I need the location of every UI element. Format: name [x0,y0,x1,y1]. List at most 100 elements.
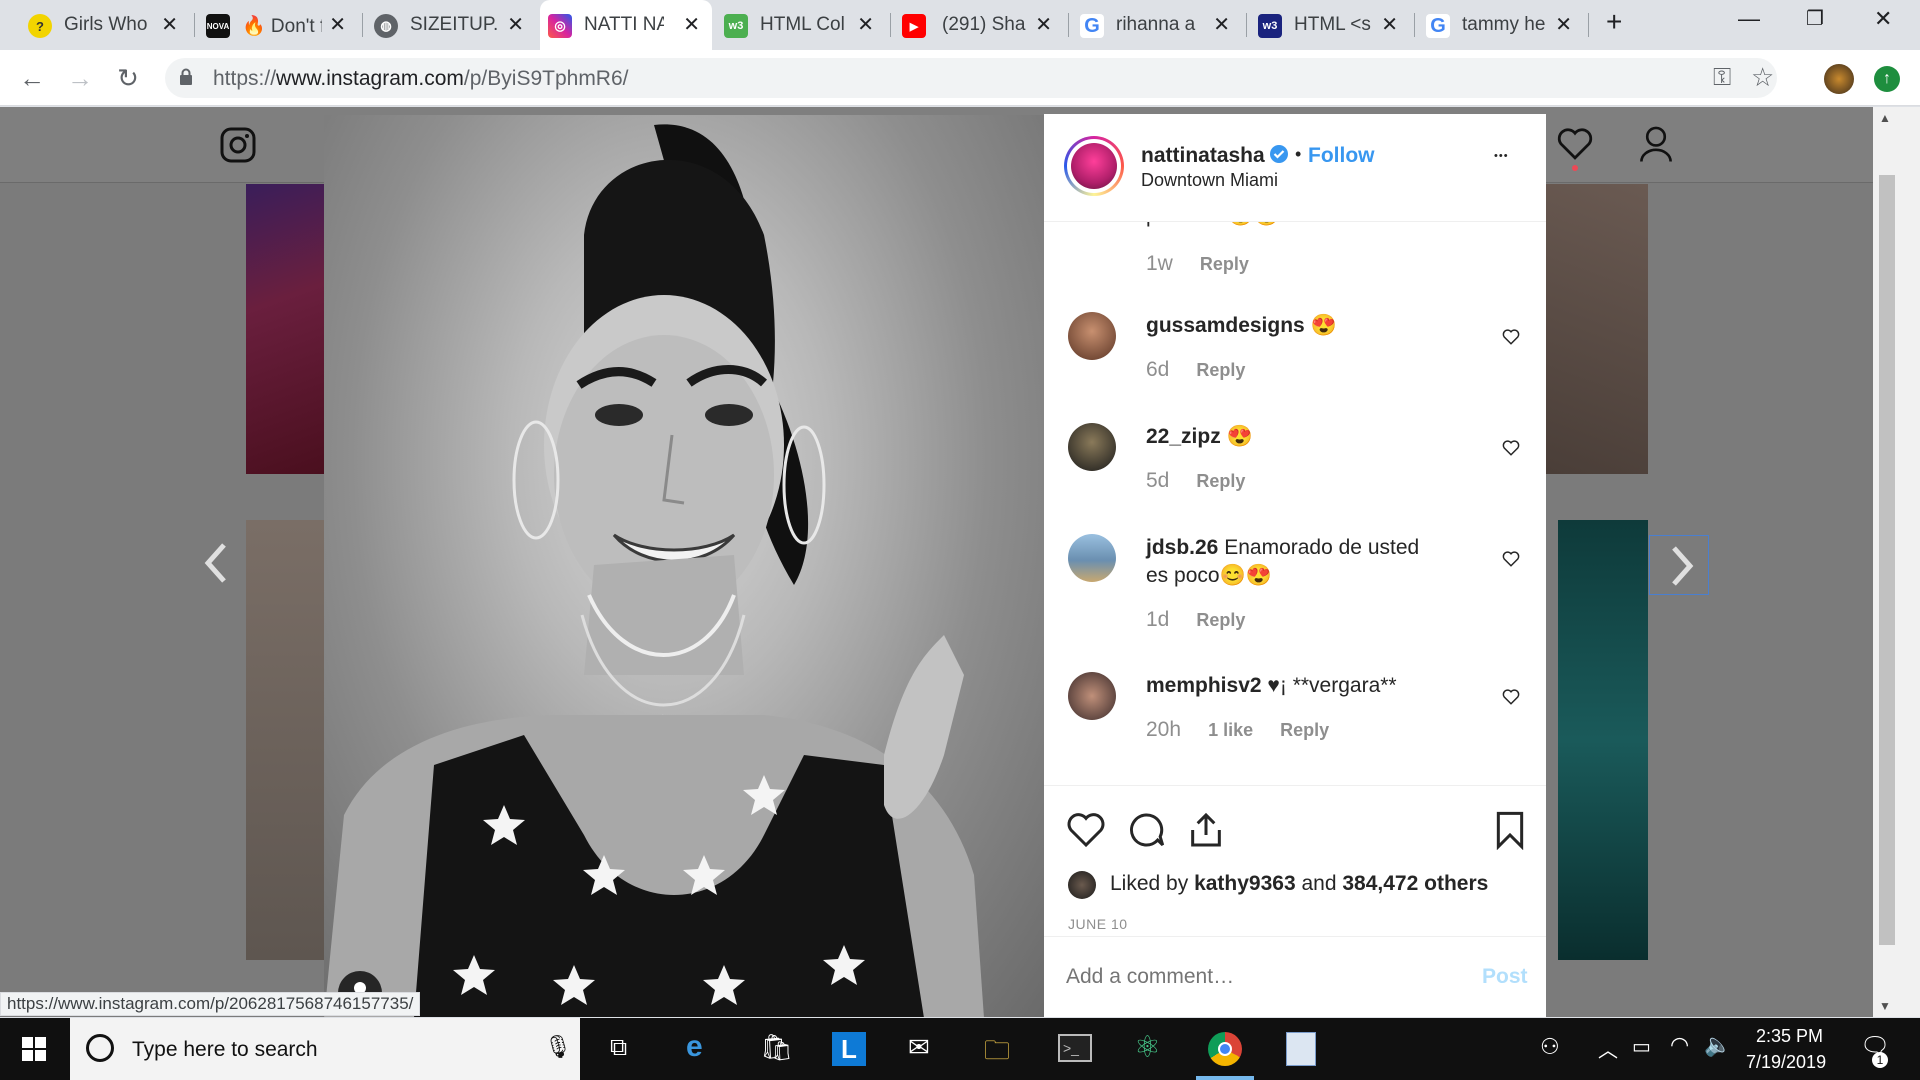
clock-time[interactable]: 2:35 PM [1756,1026,1823,1047]
reply-button[interactable]: Reply [1196,471,1245,491]
close-tab-icon[interactable]: ✕ [161,12,178,37]
back-button[interactable]: ← [14,60,50,96]
app-l-icon[interactable]: L [832,1032,866,1066]
reply-button[interactable]: Reply [1200,254,1249,274]
page-overlay: nattinatasha • Follow Downtown Miami •••… [0,107,1873,1017]
terminal-icon[interactable]: >_ [1058,1034,1092,1062]
page-scrollbar[interactable]: ▲ ▼ [1873,107,1920,1017]
background-post-thumbnail[interactable] [246,184,324,474]
chrome-icon[interactable] [1208,1032,1242,1066]
battery-icon[interactable]: ▭ [1632,1034,1651,1059]
author-username[interactable]: nattinatasha [1141,144,1265,168]
post-photo[interactable] [324,115,1044,1017]
show-hidden-icons-chevron[interactable]: ︿ [1598,1034,1618,1063]
like-comment-icon[interactable] [1502,328,1520,346]
profile-avatar[interactable] [1824,64,1854,94]
reply-button[interactable]: Reply [1196,360,1245,380]
close-tab-icon[interactable]: ✕ [507,12,524,37]
reload-button[interactable]: ↻ [110,60,146,96]
volume-icon[interactable]: 🔈 [1704,1032,1731,1058]
url-scheme: https:// [213,67,277,90]
likes-count-link[interactable]: 384,472 others [1342,872,1488,895]
like-comment-icon[interactable] [1502,550,1520,568]
post-location[interactable]: Downtown Miami [1141,170,1278,191]
close-tab-icon[interactable]: ✕ [1035,12,1052,37]
tab-youtube[interactable]: ▶ (291) Sha ✕ [894,0,1064,50]
save-bookmark-icon[interactable] [1490,810,1530,850]
minimize-icon[interactable]: — [1738,6,1760,32]
post-comment-button[interactable]: Post [1482,965,1528,989]
close-tab-icon[interactable]: ✕ [1213,12,1230,37]
background-post-thumbnail[interactable] [1546,184,1648,474]
commenter-avatar[interactable] [1068,534,1116,582]
key-icon[interactable]: ⚿ [1713,64,1731,92]
store-icon[interactable]: 🛍 [760,1032,793,1063]
edge-browser-icon[interactable]: e [686,1030,703,1064]
commenter-username[interactable]: jdsb.26 [1146,536,1218,559]
close-tab-icon[interactable]: ✕ [683,12,700,37]
scroll-up-arrow-icon[interactable]: ▲ [1879,111,1891,125]
file-explorer-icon[interactable]: 🗀 [984,1032,1010,1076]
taskbar-search-box[interactable]: Type here to search 🎙 [70,1018,580,1080]
restore-icon[interactable]: ❐ [1806,6,1824,31]
close-tab-icon[interactable]: ✕ [1381,12,1398,37]
reply-button[interactable]: Reply [1280,720,1329,740]
windows-start-icon[interactable] [22,1037,46,1061]
tab-html-colors[interactable]: w3 HTML Col ✕ [716,0,886,50]
wifi-icon[interactable]: ◠ [1670,1032,1689,1058]
commenter-username[interactable]: gussamdesigns [1146,314,1305,337]
commenter-username[interactable]: memphisv2 [1146,674,1262,697]
bookmark-star-icon[interactable]: ☆ [1751,62,1774,93]
commenter-avatar[interactable] [1068,423,1116,471]
author-avatar[interactable] [1064,136,1124,196]
tab-tammy[interactable]: G tammy he ✕ [1418,0,1584,50]
more-options-button[interactable]: ••• [1494,150,1509,162]
tab-dont[interactable]: NOVA 🔥 Don't f ✕ [198,0,358,50]
like-post-icon[interactable] [1066,810,1106,850]
mail-icon[interactable]: ✉ [908,1032,930,1063]
task-view-icon[interactable]: ⧉ [610,1034,627,1062]
post-date[interactable]: JUNE 10 [1068,916,1128,932]
tab-natti-active[interactable]: ◎ NATTI NA ✕ [540,0,712,50]
close-window-icon[interactable]: ✕ [1874,6,1892,32]
clock-date[interactable]: 7/19/2019 [1746,1052,1826,1073]
profile-icon[interactable] [1638,125,1674,163]
comment-like-count[interactable]: 1 like [1208,720,1253,740]
microphone-icon[interactable]: 🎙 [544,1034,572,1060]
liker-username[interactable]: kathy9363 [1194,872,1296,895]
activity-heart-icon[interactable] [1556,127,1594,161]
tab-girls-who[interactable]: ? Girls Who ✕ [20,0,190,50]
next-post-button[interactable] [1649,535,1709,595]
forward-button[interactable]: → [62,60,98,96]
comment-input[interactable] [1066,959,1446,995]
close-tab-icon[interactable]: ✕ [329,12,346,37]
liker-avatar[interactable] [1068,871,1096,899]
document-app-icon[interactable] [1286,1032,1316,1066]
instagram-logo-icon[interactable] [220,127,256,163]
background-post-thumbnail[interactable] [1558,520,1648,960]
scrollbar-thumb[interactable] [1879,175,1895,945]
previous-post-arrow-icon[interactable] [196,533,236,593]
close-tab-icon[interactable]: ✕ [1555,12,1572,37]
update-icon[interactable]: ↑ [1874,66,1900,92]
commenter-username[interactable]: 22_zipz [1146,425,1221,448]
tab-html-s[interactable]: w3 HTML <s ✕ [1250,0,1410,50]
share-icon[interactable] [1186,810,1226,850]
scroll-down-arrow-icon[interactable]: ▼ [1879,999,1891,1013]
close-tab-icon[interactable]: ✕ [857,12,874,37]
reply-button[interactable]: Reply [1196,610,1245,630]
like-comment-icon[interactable] [1502,439,1520,457]
comment-icon[interactable] [1126,810,1166,850]
commenter-avatar[interactable] [1068,312,1116,360]
background-post-thumbnail[interactable] [246,520,324,960]
atom-editor-icon[interactable]: ⚛ [1134,1030,1161,1065]
commenter-avatar[interactable] [1068,672,1116,720]
tab-sizeitup[interactable]: ◍ SIZEITUP. ✕ [366,0,536,50]
address-bar[interactable]: https://www.instagram.com/p/ByiS9TphmR6/… [165,58,1777,98]
tab-rihanna[interactable]: G rihanna a ✕ [1072,0,1242,50]
people-icon[interactable]: ⚇ [1540,1034,1560,1060]
like-comment-icon[interactable] [1502,688,1520,706]
new-tab-button[interactable]: + [1606,6,1622,38]
follow-button[interactable]: Follow [1308,144,1375,168]
tab-strip: ? Girls Who ✕ NOVA 🔥 Don't f ✕ ◍ SIZEITU… [0,0,1920,50]
